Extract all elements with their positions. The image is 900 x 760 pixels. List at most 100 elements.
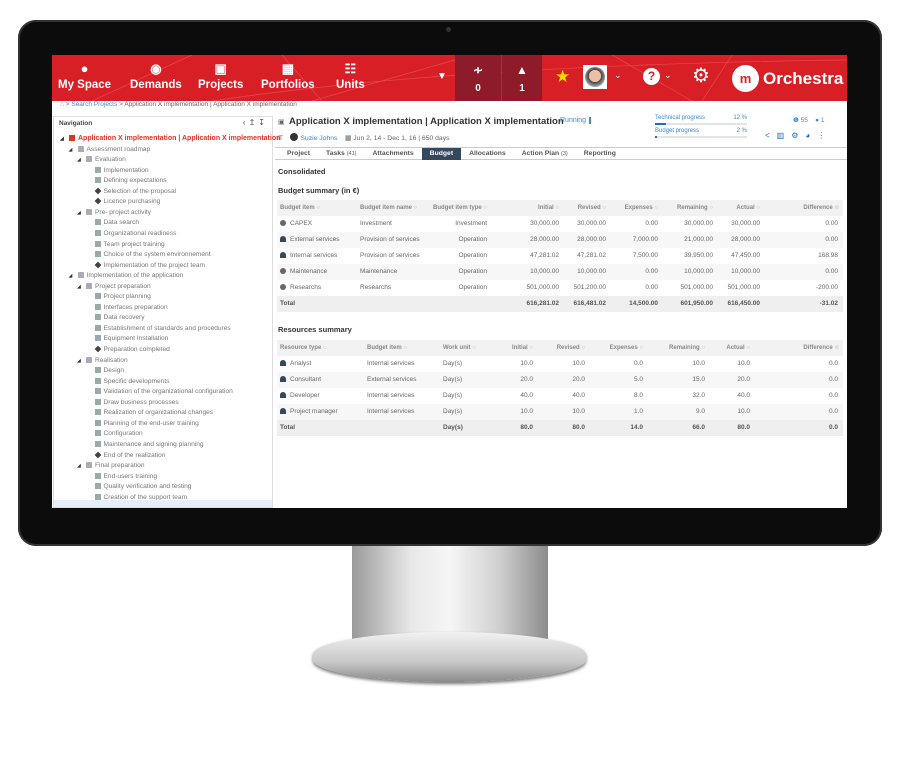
favorites-star-icon[interactable]: ★	[555, 67, 570, 87]
sort-icon[interactable]: ○	[745, 345, 750, 351]
tree-item[interactable]: Implementation of the project team	[86, 261, 205, 271]
tree-item[interactable]: Data recovery	[86, 313, 145, 323]
chart-icon[interactable]: ◕	[805, 131, 817, 140]
sort-up-icon[interactable]: ↥	[249, 118, 259, 127]
more-vertical-icon[interactable]: ⋮	[817, 131, 832, 140]
sort-icon[interactable]: ○	[700, 345, 705, 351]
gantt-icon[interactable]: ▥	[777, 131, 792, 140]
expand-toggle-icon[interactable]: ◢	[77, 155, 86, 165]
user-menu-chevron-icon[interactable]: ⌄	[614, 70, 622, 81]
nav-units[interactable]: ☷ Units	[336, 61, 365, 91]
tree-item[interactable]: Implementation	[86, 166, 149, 176]
tree-item[interactable]: Data search	[86, 218, 139, 228]
sort-icon[interactable]: ○	[601, 205, 606, 211]
sort-icon[interactable]: ○	[580, 345, 585, 351]
share-icon[interactable]: <	[765, 131, 777, 140]
project-status[interactable]: Running	[560, 117, 592, 124]
tree-item[interactable]: Project planning	[86, 292, 151, 302]
settings-gear-icon[interactable]: ⚙	[692, 63, 710, 88]
tree-item[interactable]: ◢ Implementation of the application	[69, 271, 183, 281]
column-header[interactable]: Revised ○	[578, 200, 606, 216]
tree-item[interactable]: Licence purchasing	[86, 197, 160, 207]
sort-icon[interactable]: ○	[315, 205, 320, 211]
settings-icon[interactable]: ⚙	[791, 131, 805, 140]
column-menu-icon[interactable]: ≡	[835, 200, 839, 216]
comments-icon[interactable]: ●	[815, 117, 819, 124]
tree-item[interactable]: Specific developments	[86, 377, 169, 387]
column-header[interactable]: Actual ○	[736, 200, 760, 216]
tree-item[interactable]: ◢ Project preparation	[77, 282, 151, 292]
tree-item[interactable]: Validation of the organizational configu…	[86, 387, 233, 397]
nav-portfolios[interactable]: ▦ Portfolios	[261, 61, 315, 91]
sort-icon[interactable]: ○	[708, 205, 713, 211]
sort-icon[interactable]: ○	[402, 345, 407, 351]
tab-budget[interactable]: Budget	[421, 148, 462, 160]
tree-item[interactable]: End-users training	[86, 472, 157, 482]
expand-toggle-icon[interactable]: ◢	[69, 145, 78, 155]
tree-item[interactable]: Organizational readiness	[86, 229, 176, 239]
notifications-button[interactable]: ▲ 1	[502, 55, 542, 101]
sort-icon[interactable]: ○	[321, 345, 327, 351]
tab-tasks[interactable]: Tasks (41)	[318, 148, 364, 160]
column-header[interactable]: Initial ○	[538, 200, 559, 216]
column-header[interactable]: Budget item type ○	[433, 200, 487, 216]
breadcrumb-search-projects[interactable]: Search Projects	[71, 101, 117, 108]
tree-item[interactable]: ◢ Evaluation	[77, 155, 126, 165]
column-menu-icon[interactable]: ≡	[835, 340, 839, 356]
tree-item[interactable]: ◢ Realisation	[77, 356, 128, 366]
expand-toggle-icon[interactable]: ◢	[77, 356, 86, 366]
tree-item[interactable]: Equipment Installation	[86, 334, 168, 344]
tab-reporting[interactable]: Reporting	[576, 148, 624, 160]
project-manager-link[interactable]: Suzie Johns	[300, 135, 337, 142]
sort-icon[interactable]: ○	[528, 345, 533, 351]
more-menu-button[interactable]: ▼	[437, 71, 447, 82]
tree-item[interactable]: Establishment of standards and procedure…	[86, 324, 231, 334]
tree-item[interactable]: Quality verification and testing	[86, 482, 191, 492]
tree-item[interactable]: Preparation completed	[86, 345, 170, 355]
tree-item[interactable]: ◢ Application X implementation | Applicat…	[60, 134, 280, 144]
nav-demands[interactable]: ◉ Demands	[130, 61, 182, 91]
tree-item[interactable]: Team project training	[86, 240, 165, 250]
expand-toggle-icon[interactable]: ◢	[77, 208, 86, 218]
feed-button[interactable]: ∻ 0	[455, 55, 501, 101]
column-header[interactable]: Budget item name ○	[360, 200, 417, 216]
tree-item[interactable]: Maintenance and signing planning	[86, 440, 204, 450]
sort-icon[interactable]: ○	[471, 345, 476, 351]
tab-attachments[interactable]: Attachments	[365, 148, 422, 160]
tree-item[interactable]: Realization of organizational changes	[86, 408, 213, 418]
tree-item[interactable]: Selection of the proposal	[86, 187, 176, 197]
sort-icon[interactable]: ○	[482, 205, 487, 211]
help-chevron-icon[interactable]: ⌄	[664, 70, 672, 81]
expand-toggle-icon[interactable]: ◢	[77, 461, 86, 471]
tree-item[interactable]: End of the realization	[86, 451, 165, 461]
tree-item[interactable]: ◢ Final preparation	[77, 461, 144, 471]
tree-item[interactable]: Choice of the system environnement	[86, 250, 211, 260]
expand-toggle-icon[interactable]: ◢	[77, 282, 86, 292]
tree-item[interactable]: Interfaces preparation	[86, 303, 168, 313]
tree-item[interactable]: ◢ Pre- project activity	[77, 208, 151, 218]
column-header[interactable]: Revised ○	[557, 340, 585, 356]
column-header[interactable]: Expenses ○	[625, 200, 658, 216]
column-header[interactable]: Work unit ○	[443, 340, 476, 356]
issues-icon[interactable]: ❶	[793, 117, 799, 124]
column-header[interactable]: Resource type ○	[280, 340, 327, 356]
column-header[interactable]: Difference ○	[803, 340, 838, 356]
tree-item[interactable]: Defining expectations	[86, 176, 167, 186]
tab-allocations[interactable]: Allocations	[461, 148, 514, 160]
column-header[interactable]: Initial ○	[512, 340, 533, 356]
sort-icon[interactable]: ○	[412, 205, 418, 211]
column-header[interactable]: Actual ○	[726, 340, 750, 356]
home-icon[interactable]: ⌂	[60, 101, 64, 108]
column-header[interactable]: Expenses ○	[610, 340, 643, 356]
nav-my-space[interactable]: ● My Space	[58, 61, 111, 91]
expand-toggle-icon[interactable]: ◢	[60, 134, 69, 144]
issues-count[interactable]: 55	[801, 117, 808, 124]
tab-project[interactable]: Project	[279, 148, 318, 160]
sort-down-icon[interactable]: ↧	[258, 118, 268, 127]
user-avatar[interactable]	[583, 65, 607, 89]
orchestra-logo[interactable]: m Orchestra	[732, 65, 843, 92]
column-header[interactable]: Remaining ○	[669, 340, 705, 356]
tree-item[interactable]: Design	[86, 366, 124, 376]
sort-icon[interactable]: ○	[638, 345, 643, 351]
sort-icon[interactable]: ○	[755, 205, 760, 211]
